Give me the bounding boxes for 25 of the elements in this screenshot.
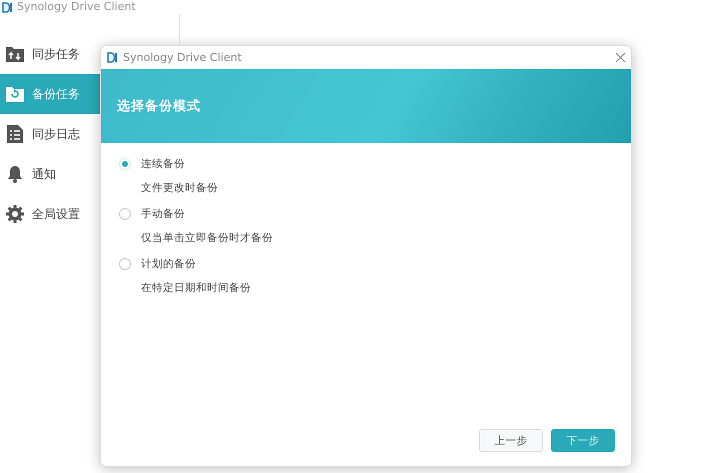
bell-icon (7, 165, 23, 183)
option-label: 手动备份 (141, 207, 185, 221)
radio-button[interactable] (119, 258, 131, 270)
app-logo-icon (2, 2, 13, 12)
radio-button[interactable] (119, 208, 131, 220)
folder-arrows-icon (6, 46, 24, 62)
radio-button[interactable] (119, 158, 131, 170)
gear-icon (6, 205, 24, 223)
folder-restore-icon (6, 86, 24, 102)
window-title: Synology Drive Client (17, 1, 136, 13)
sidebar-item[interactable]: 同步日志 (0, 114, 100, 154)
back-button[interactable]: 上一步 (479, 429, 543, 452)
option-label: 计划的备份 (141, 257, 196, 271)
sidebar-item[interactable]: 通知 (0, 154, 100, 194)
option-description: 在特定日期和时间备份 (141, 281, 252, 295)
sidebar-item[interactable]: 同步任务 (0, 34, 100, 74)
close-icon[interactable] (616, 53, 625, 62)
app-logo-icon (107, 52, 118, 63)
option-label: 连续备份 (141, 157, 185, 171)
list-document-icon (7, 125, 23, 143)
option-description: 仅当单击立即备份时才备份 (141, 231, 274, 245)
sidebar-item[interactable]: 全局设置 (0, 194, 100, 234)
dialog-heading: 选择备份模式 (117, 98, 201, 115)
option-description: 文件更改时备份 (141, 181, 219, 195)
dialog-title: Synology Drive Client (123, 51, 243, 64)
